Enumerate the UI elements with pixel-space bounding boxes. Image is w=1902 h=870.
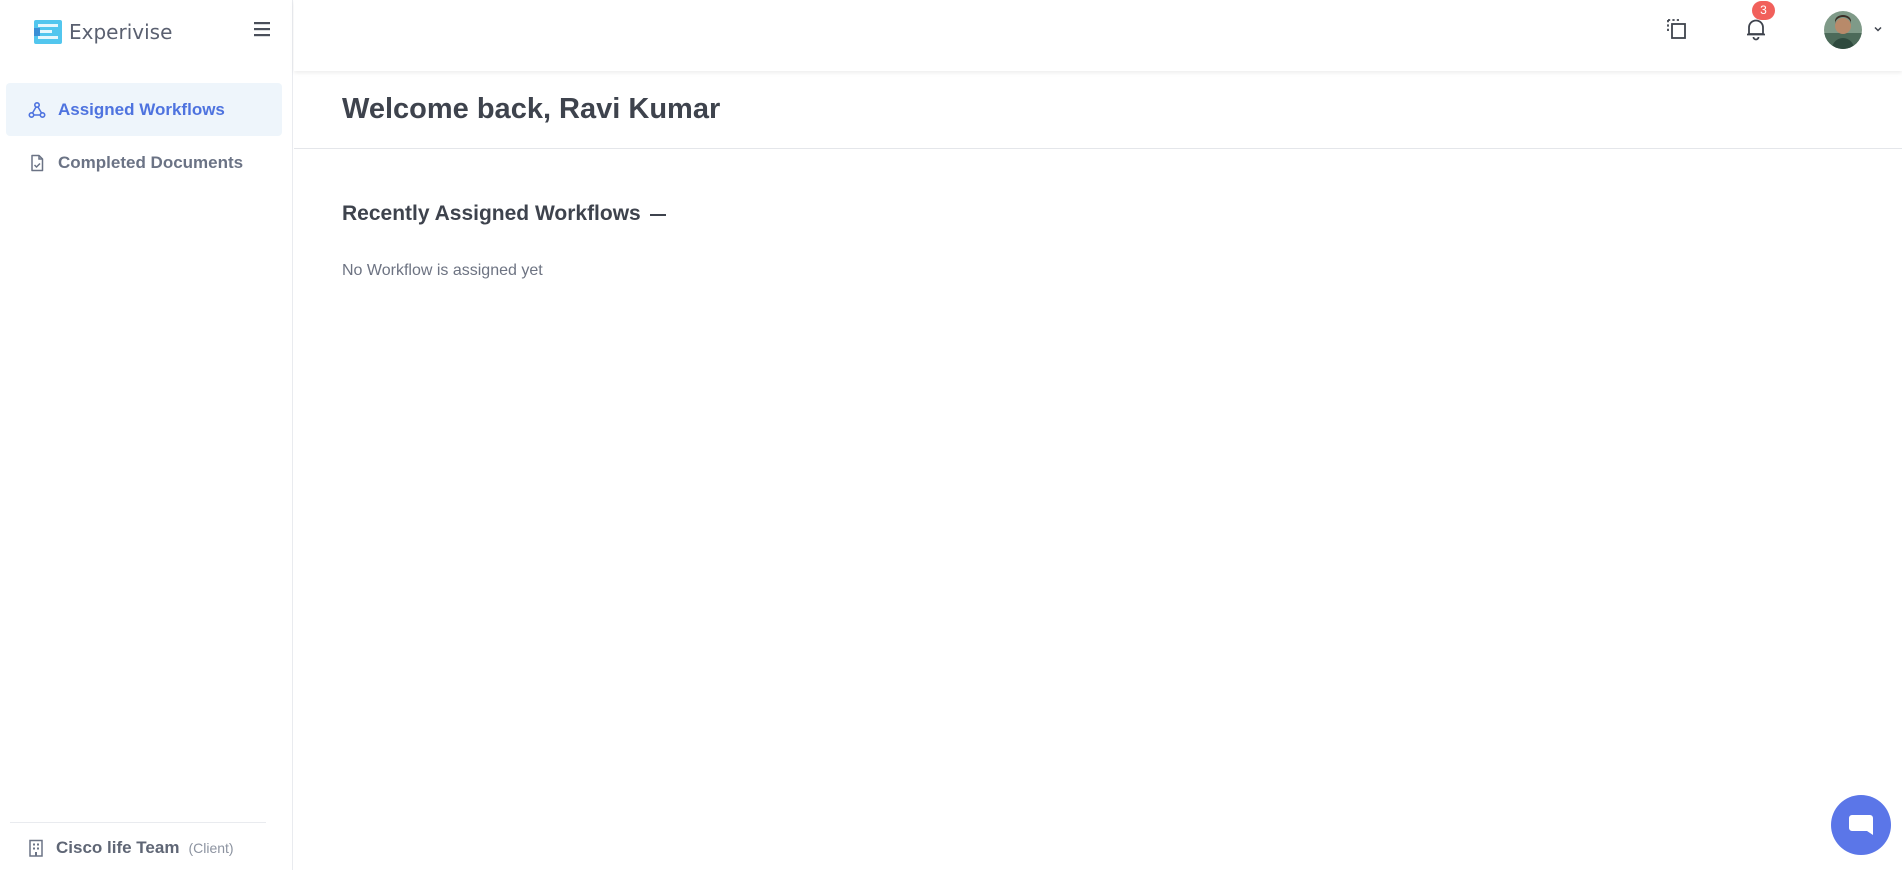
brand[interactable]: Experivise [34,17,172,47]
stacked-bars-logo-icon [34,20,62,44]
building-icon [29,839,43,857]
chevron-down-icon[interactable] [1873,24,1883,34]
sidebar-divider [10,822,266,823]
sidebar: Experivise Assigned Workflows Completed … [0,0,293,870]
chat-launcher-button[interactable] [1831,795,1891,855]
org-switcher[interactable]: Cisco life Team (Client) [28,838,234,858]
notification-count-badge: 3 [1752,1,1775,20]
page-header: Welcome back, Ravi Kumar [294,71,1902,149]
app-root: Experivise Assigned Workflows Completed … [0,0,1902,870]
collapse-section-button[interactable] [648,205,668,225]
hamburger-menu-icon[interactable] [252,19,272,39]
org-role: (Client) [188,840,234,856]
empty-state-message: No Workflow is assigned yet [342,262,543,279]
sidebar-item-completed-documents[interactable]: Completed Documents [6,136,282,189]
user-avatar[interactable] [1824,11,1862,49]
org-name: Cisco life Team [56,838,180,857]
sidebar-item-assigned-workflows[interactable]: Assigned Workflows [6,83,282,136]
top-bar [294,0,1902,71]
page-title: Welcome back, Ravi Kumar [342,93,721,125]
section-title: Recently Assigned Workflows [342,202,641,225]
sidebar-nav: Assigned Workflows Completed Documents [6,83,282,189]
sidebar-item-label: Assigned Workflows [58,99,225,119]
document-check-icon [31,154,44,171]
chat-bubble-icon [1849,815,1873,835]
brand-name: Experivise [69,20,173,44]
sidebar-item-label: Completed Documents [58,152,244,172]
user-photo-icon [1824,11,1862,49]
copy-document-icon[interactable] [1664,16,1690,42]
workflow-nodes-icon [28,101,46,118]
